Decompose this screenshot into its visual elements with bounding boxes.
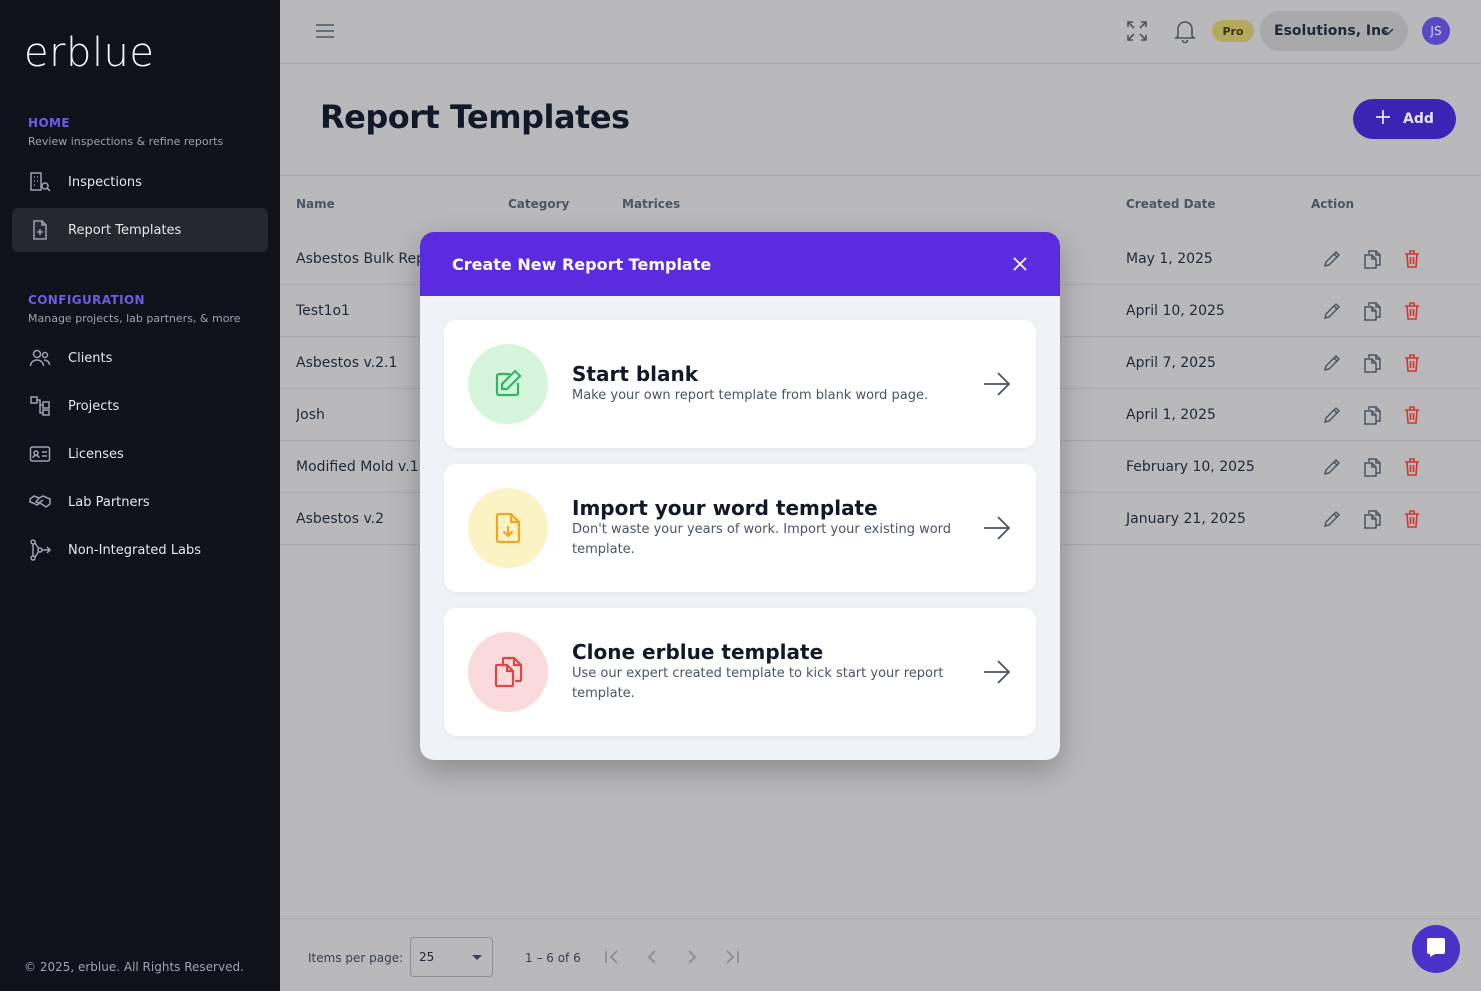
clone-erblue-template-option[interactable]: Clone erblue template Use our expert cre… bbox=[444, 608, 1036, 736]
copy-files-icon bbox=[468, 632, 548, 712]
option-title: Clone erblue template bbox=[572, 640, 824, 664]
start-blank-option[interactable]: Start blank Make your own report templat… bbox=[444, 320, 1036, 448]
option-title: Import your word template bbox=[572, 496, 878, 520]
close-icon[interactable] bbox=[1010, 254, 1030, 274]
option-description: Don't waste your years of work. Import y… bbox=[572, 522, 952, 557]
dialog-header: Create New Report Template bbox=[420, 232, 1060, 296]
file-download-icon bbox=[468, 488, 548, 568]
dialog-title: Create New Report Template bbox=[452, 254, 712, 274]
arrow-right-icon bbox=[982, 370, 1012, 398]
option-title: Start blank bbox=[572, 362, 699, 386]
arrow-right-icon bbox=[982, 514, 1012, 542]
option-description: Make your own report template from blank… bbox=[572, 388, 929, 403]
create-template-dialog: Create New Report Template Start blank M… bbox=[420, 232, 1060, 760]
arrow-right-icon bbox=[982, 658, 1012, 686]
option-description: Use our expert created template to kick … bbox=[572, 666, 944, 701]
import-word-template-option[interactable]: Import your word template Don't waste yo… bbox=[444, 464, 1036, 592]
pencil-square-icon bbox=[468, 344, 548, 424]
